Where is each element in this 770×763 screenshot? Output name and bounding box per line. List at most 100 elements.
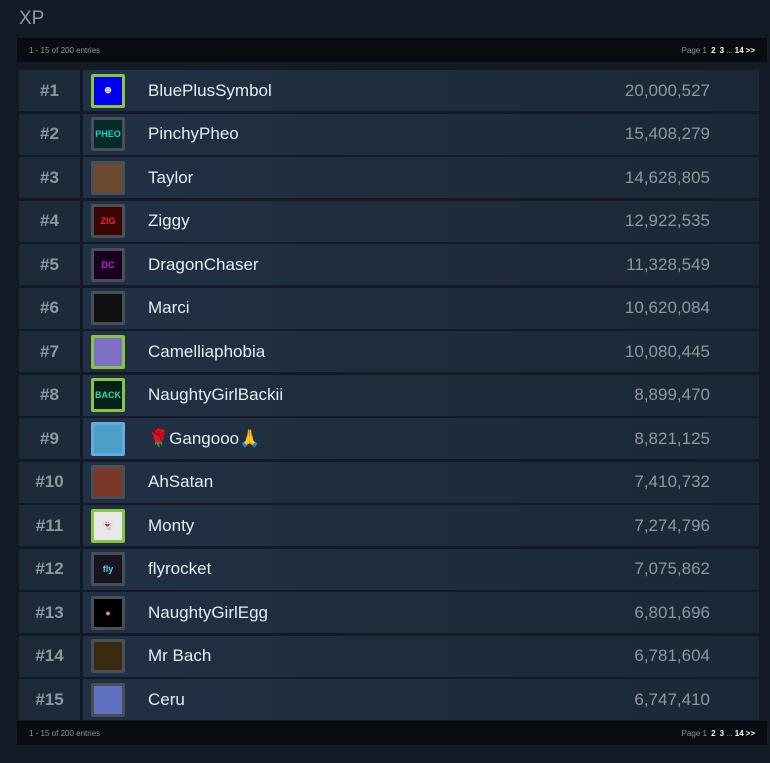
avatar-icon: PHEO: [95, 129, 121, 139]
player-entry: BACK NaughtyGirlBackii 8,899,470: [83, 374, 759, 416]
avatar[interactable]: ●: [91, 595, 125, 630]
xp-value: 15,408,279: [624, 124, 710, 143]
xp-value: 10,620,084: [624, 298, 710, 317]
player-name[interactable]: BluePlusSymbol: [148, 81, 272, 101]
leaderboard-row: #7 Camelliaphobia 10,080,445: [19, 331, 759, 372]
player-entry: Camelliaphobia 10,080,445: [83, 331, 759, 372]
page-link-3[interactable]: 3: [720, 46, 724, 55]
page-label: Page 1: [681, 46, 707, 55]
rank: #7: [19, 331, 80, 372]
xp-value: 14,628,805: [624, 167, 710, 187]
rank: #15: [19, 679, 80, 720]
player-name[interactable]: 🌹Gangooo🙏: [148, 429, 260, 449]
xp-value: 11,328,549: [626, 254, 710, 274]
player-name[interactable]: NaughtyGirlEgg: [148, 603, 268, 623]
avatar[interactable]: [91, 465, 125, 499]
leaderboard-row: #11 👻 Monty 7,274,796: [19, 505, 759, 546]
player-entry: ⊕ BluePlusSymbol 20,000,527: [83, 70, 759, 111]
avatar[interactable]: [91, 291, 125, 325]
xp-value: 10,080,445: [624, 341, 710, 361]
player-entry: fly flyrocket 7,075,862: [83, 548, 759, 590]
avatar-icon: DC: [101, 259, 115, 270]
xp-value: 6,801,696: [634, 602, 710, 622]
xp-value: 12,922,535: [624, 211, 710, 230]
page-link-14[interactable]: 14: [735, 46, 744, 55]
rank: #2: [19, 113, 80, 155]
avatar[interactable]: PHEO: [91, 117, 125, 151]
player-name[interactable]: NaughtyGirlBackii: [148, 385, 283, 405]
page-link-3[interactable]: 3: [720, 729, 724, 738]
rank: #1: [19, 70, 80, 111]
player-name[interactable]: Marci: [148, 298, 190, 318]
leaderboard-row: #6 Marci 10,620,084: [19, 287, 759, 329]
rank: #13: [19, 592, 80, 633]
player-entry: 👻 Monty 7,274,796: [83, 505, 759, 546]
avatar[interactable]: 👻: [91, 508, 125, 543]
avatar[interactable]: [91, 160, 125, 195]
xp-value: 7,274,796: [634, 515, 710, 535]
player-entry: Taylor 14,628,805: [83, 157, 759, 198]
leaderboard-row: #14 Mr Bach 6,781,604: [19, 635, 759, 677]
player-entry: Marci 10,620,084: [83, 287, 759, 329]
avatar[interactable]: [91, 421, 125, 456]
rank: #4: [19, 200, 80, 242]
next-page-link[interactable]: >>: [746, 729, 755, 738]
rank: #12: [19, 548, 80, 590]
avatar[interactable]: [91, 334, 125, 369]
next-page-link[interactable]: >>: [746, 46, 755, 55]
page-link-14[interactable]: 14: [735, 729, 744, 738]
page-link-2[interactable]: 2: [711, 729, 715, 738]
leaderboard-row: #8 BACK NaughtyGirlBackii 8,899,470: [19, 374, 759, 416]
avatar[interactable]: DC: [91, 247, 125, 282]
avatar-icon: ZIG: [100, 216, 116, 226]
leaderboard-row: #15 Ceru 6,747,410: [19, 679, 759, 720]
leaderboard-row: #2 PHEO PinchyPheo 15,408,279: [19, 113, 759, 155]
avatar[interactable]: ZIG: [91, 204, 125, 238]
ellipsis: ...: [726, 46, 733, 55]
player-name[interactable]: Camelliaphobia: [148, 342, 265, 362]
page-title: XP: [19, 8, 45, 29]
leaderboard-row: #4 ZIG Ziggy 12,922,535: [19, 200, 759, 242]
avatar-icon: ●: [105, 607, 111, 618]
player-name[interactable]: Mr Bach: [148, 646, 211, 666]
page-link-2[interactable]: 2: [711, 46, 715, 55]
player-entry: 🌹Gangooo🙏 8,821,125: [83, 418, 759, 459]
leaderboard-row: #10 AhSatan 7,410,732: [19, 461, 759, 503]
player-name[interactable]: Ziggy: [148, 211, 190, 231]
leaderboard-row: #5 DC DragonChaser 11,328,549: [19, 244, 759, 285]
avatar[interactable]: BACK: [91, 378, 125, 412]
player-name[interactable]: DragonChaser: [148, 255, 259, 275]
entries-summary: 1 - 15 of 200 entries: [29, 729, 101, 738]
avatar-icon: fly: [102, 564, 114, 574]
leaderboard-row: #12 fly flyrocket 7,075,862: [19, 548, 759, 590]
player-name[interactable]: AhSatan: [148, 472, 213, 492]
player-name[interactable]: PinchyPheo: [148, 124, 239, 144]
xp-value: 7,075,862: [634, 559, 710, 578]
player-name[interactable]: Taylor: [148, 168, 193, 188]
pagination-bottom: 1 - 15 of 200 entries Page 1 2 3... 14 >>: [17, 721, 767, 745]
player-entry: DC DragonChaser 11,328,549: [83, 244, 759, 285]
page-label: Page 1: [681, 729, 707, 738]
avatar[interactable]: fly: [91, 552, 125, 586]
rank: #6: [19, 287, 80, 329]
avatar-icon: ⊕: [104, 85, 112, 95]
leaderboard-row: #13 ● NaughtyGirlEgg 6,801,696: [19, 592, 759, 633]
xp-value: 7,410,732: [634, 472, 710, 491]
leaderboard-row: #1 ⊕ BluePlusSymbol 20,000,527: [19, 70, 759, 111]
player-name[interactable]: flyrocket: [148, 559, 211, 579]
leaderboard-row: #9 🌹Gangooo🙏 8,821,125: [19, 418, 759, 459]
xp-value: 20,000,527: [624, 80, 710, 100]
avatar[interactable]: [91, 682, 125, 717]
avatar-icon: 👻: [102, 520, 114, 530]
player-name[interactable]: Monty: [148, 516, 194, 536]
rank: #8: [19, 374, 80, 416]
rank: #11: [19, 505, 80, 546]
xp-value: 6,747,410: [634, 689, 710, 709]
rank: #3: [19, 157, 80, 198]
avatar[interactable]: ⊕: [91, 73, 125, 108]
leaderboard-list: #1 ⊕ BluePlusSymbol 20,000,527 #2 PHEO Pi…: [19, 70, 759, 723]
avatar[interactable]: [91, 639, 125, 673]
player-name[interactable]: Ceru: [148, 690, 185, 710]
rank: #9: [19, 418, 80, 459]
player-entry: Ceru 6,747,410: [83, 679, 759, 720]
